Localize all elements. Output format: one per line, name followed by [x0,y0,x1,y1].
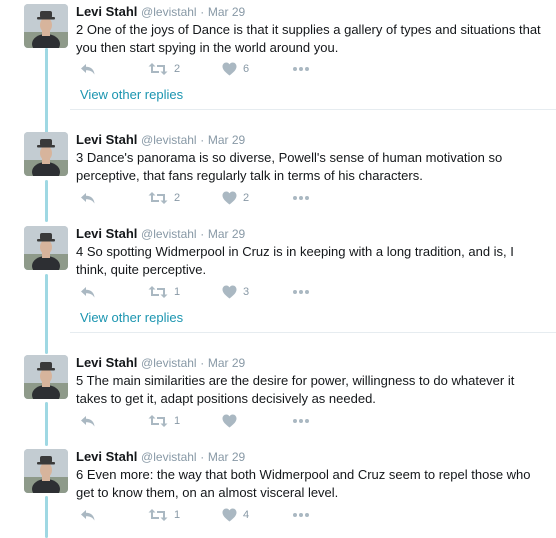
retweet-count: 1 [174,286,181,298]
avatar[interactable] [24,226,68,270]
retweet-count: 2 [174,63,181,75]
tweet-header: Levi Stahl @levistahl · Mar 29 [76,226,546,242]
more-button[interactable] [292,190,310,206]
like-button[interactable]: 6 [222,61,249,77]
reply-button[interactable] [80,61,96,77]
like-count: 6 [243,63,250,75]
like-button[interactable]: 4 [222,507,249,523]
retweet-button[interactable]: 1 [148,413,180,429]
thread-line [45,402,48,446]
heart-icon [222,414,237,428]
retweet-button[interactable]: 2 [148,190,180,206]
display-name[interactable]: Levi Stahl [76,449,137,464]
retweet-count: 1 [174,415,181,427]
retweet-icon [148,415,168,427]
like-button[interactable]: 2 [222,190,249,206]
display-name[interactable]: Levi Stahl [76,4,137,19]
avatar[interactable] [24,132,68,176]
reply-icon [81,287,95,298]
more-button[interactable] [292,507,310,523]
heart-icon [222,285,237,299]
tweet-text: 6 Even more: the way that both Widmerpoo… [76,467,531,500]
retweet-count: 2 [174,192,181,204]
reply-icon [81,193,95,204]
like-button[interactable] [222,413,243,429]
avatar[interactable] [24,4,68,48]
divider [70,332,556,333]
avatar[interactable] [24,449,68,493]
like-count: 4 [243,509,250,521]
avatar[interactable] [24,355,68,399]
tweet-text: 2 One of the joys of Dance is that it su… [76,22,541,55]
heart-icon [222,191,237,205]
more-icon [293,196,309,200]
retweet-icon [148,509,168,521]
more-icon [293,419,309,423]
retweet-button[interactable]: 1 [148,507,180,523]
tweet-text: 3 Dance's panorama is so diverse, Powell… [76,150,503,183]
separator: · [200,5,205,19]
tweet-actions: 1 4 [76,507,336,523]
tweet-header: Levi Stahl @levistahl · Mar 29 [76,449,546,465]
more-button[interactable] [292,413,310,429]
separator: · [200,450,205,464]
tweet-date[interactable]: Mar 29 [208,133,245,147]
reply-icon [81,64,95,75]
display-name[interactable]: Levi Stahl [76,226,137,241]
more-icon [293,290,309,294]
heart-icon [222,508,237,522]
tweet-header: Levi Stahl @levistahl · Mar 29 [76,132,546,148]
tweet-date[interactable]: Mar 29 [208,5,245,19]
like-count: 2 [243,192,250,204]
tweet-actions: 1 3 [76,284,336,300]
view-other-replies-link[interactable]: View other replies [80,310,183,325]
retweet-button[interactable]: 2 [148,61,180,77]
tweet-header: Levi Stahl @levistahl · Mar 29 [76,355,546,371]
divider [70,109,556,110]
tweet-actions: 2 2 [76,190,336,206]
like-button[interactable]: 3 [222,284,249,300]
retweet-count: 1 [174,509,181,521]
user-handle[interactable]: @levistahl [141,5,197,19]
like-count: 3 [243,286,250,298]
tweet-actions: 2 6 [76,61,336,77]
reply-button[interactable] [80,284,96,300]
thread-line [45,48,48,134]
thread-line [45,180,48,222]
tweet-date[interactable]: Mar 29 [208,227,245,241]
view-other-replies-link[interactable]: View other replies [80,87,183,102]
separator: · [200,227,205,241]
reply-button[interactable] [80,190,96,206]
separator: · [200,356,205,370]
retweet-icon [148,192,168,204]
display-name[interactable]: Levi Stahl [76,132,137,147]
user-handle[interactable]: @levistahl [141,356,197,370]
tweet-text: 4 So spotting Widmerpool in Cruz is in k… [76,244,514,277]
separator: · [200,133,205,147]
more-button[interactable] [292,284,310,300]
more-button[interactable] [292,61,310,77]
reply-button[interactable] [80,413,96,429]
tweet-date[interactable]: Mar 29 [208,356,245,370]
more-icon [293,67,309,71]
tweet-header: Levi Stahl @levistahl · Mar 29 [76,4,546,20]
thread-line [45,274,48,354]
user-handle[interactable]: @levistahl [141,133,197,147]
reply-icon [81,416,95,427]
tweet-text: 5 The main similarities are the desire f… [76,373,515,406]
tweet-date[interactable]: Mar 29 [208,450,245,464]
user-handle[interactable]: @levistahl [141,227,197,241]
heart-icon [222,62,237,76]
display-name[interactable]: Levi Stahl [76,355,137,370]
retweet-button[interactable]: 1 [148,284,180,300]
user-handle[interactable]: @levistahl [141,450,197,464]
more-icon [293,513,309,517]
thread-line [45,496,48,538]
reply-icon [81,510,95,521]
retweet-icon [148,286,168,298]
tweet-actions: 1 [76,413,336,429]
retweet-icon [148,63,168,75]
reply-button[interactable] [80,507,96,523]
